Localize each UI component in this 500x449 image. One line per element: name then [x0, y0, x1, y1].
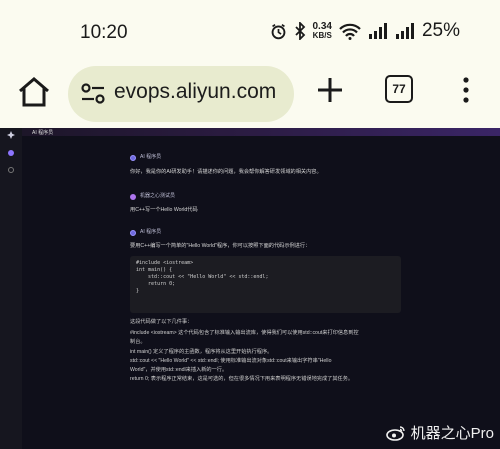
- explain-intro: 这段代码做了以下几件事：: [130, 319, 193, 325]
- bluetooth-icon: [294, 22, 305, 40]
- app-page: AI 程序员 AI 程序员 你好，我是你的AI研发助手！请描述你的问题，我会帮你…: [0, 128, 500, 449]
- watermark: 机器之心Pro: [385, 422, 494, 443]
- app-title: AI 程序员: [32, 130, 54, 136]
- chat-thread: AI 程序员 你好，我是你的AI研发助手！请描述你的问题，我会帮你解答研发领域的…: [130, 128, 410, 449]
- network-speed: 0.34 KB/S: [312, 21, 332, 41]
- explain-line: int main() 定义了程序的主函数，程序将从这里开始执行程序。: [130, 349, 273, 355]
- site-settings-icon[interactable]: [80, 82, 106, 106]
- code-block[interactable]: #include <iostream> int main() { std::co…: [130, 256, 401, 313]
- user-avatar-icon: [130, 194, 136, 200]
- signal-icon-1: [368, 22, 387, 39]
- signal-icon-2: [395, 22, 414, 39]
- status-time: 10:20: [80, 22, 128, 43]
- url-text[interactable]: evops.aliyun.com: [114, 80, 276, 104]
- watermark-text: 机器之心Pro: [410, 425, 494, 442]
- status-bar: 10:20 0.34 KB/S 25%: [0, 0, 500, 58]
- weibo-logo-icon: [385, 425, 405, 441]
- more-options-icon[interactable]: [458, 74, 474, 106]
- user-name: 机器之心测试员: [140, 193, 176, 199]
- app-logo-icon[interactable]: [7, 131, 15, 139]
- address-bar[interactable]: evops.aliyun.com: [68, 66, 294, 122]
- ai-avatar-icon: [130, 230, 136, 236]
- status-icons: 0.34 KB/S 25%: [270, 20, 460, 42]
- chat-nav-icon[interactable]: [8, 150, 14, 156]
- ai-name: AI 程序员: [140, 229, 162, 235]
- side-rail: [0, 128, 22, 449]
- explain-line: std::cout << "Hello World" << std::endl;…: [130, 358, 332, 364]
- history-icon[interactable]: [8, 167, 14, 173]
- ai-greeting: 你好，我是你的AI研发助手！请描述你的问题，我会帮你解答研发领域的相关内容。: [130, 169, 322, 175]
- code-line: }: [136, 288, 140, 294]
- tab-switcher-button[interactable]: 77: [385, 75, 413, 103]
- code-line: return 0;: [136, 281, 176, 287]
- explain-line: 制台。: [130, 339, 146, 345]
- ai-avatar-icon: [130, 155, 136, 161]
- home-icon[interactable]: [16, 74, 52, 110]
- explain-line: return 0; 表示程序正常结束，这是可选的，但在很多情况下用来表明程序无错…: [130, 376, 354, 382]
- code-line: std::cout << "Hello World" << std::endl;: [136, 274, 269, 280]
- alarm-icon: [271, 23, 285, 39]
- user-message: 用C++写一个Hello World代码: [130, 207, 198, 213]
- new-tab-icon[interactable]: [316, 76, 344, 104]
- browser-toolbar: evops.aliyun.com 77: [0, 58, 500, 128]
- code-line: int main() {: [136, 267, 173, 273]
- code-line: #include <iostream>: [136, 260, 194, 266]
- ai-name: AI 程序员: [140, 154, 162, 160]
- explain-line: #include <iostream> 这个代码包含了标准输入输出流库，使得我们…: [130, 330, 359, 336]
- explain-line: World"，并使用std::endl来插入新的一行。: [130, 367, 228, 373]
- ai-intro: 要用C++编写一个简单的"Hello World"程序，你可以按照下面的代码示例…: [130, 243, 311, 249]
- battery-level: 25%: [421, 20, 460, 41]
- wifi-icon: [339, 23, 361, 40]
